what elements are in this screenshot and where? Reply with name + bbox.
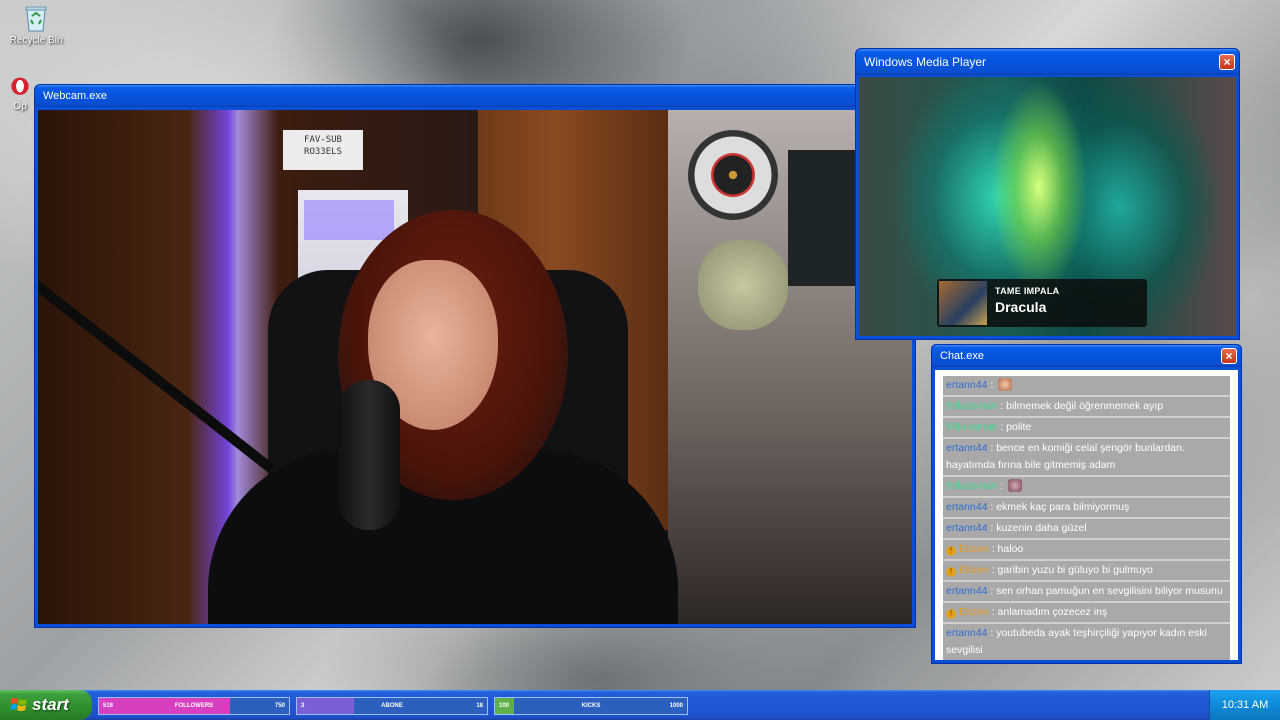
media-player-window[interactable]: Windows Media Player × TAME IMPALA Dracu… [855, 48, 1240, 340]
chat-message: 99luosman : bilmemek değil öğrenmemek ay… [943, 397, 1230, 418]
media-video: TAME IMPALA Dracula [859, 77, 1236, 336]
chat-separator: : [987, 442, 997, 454]
chat-message: ertann44 : youtubeda ayak teşhirçiliği y… [943, 624, 1230, 660]
chat-username[interactable]: ertann44 [946, 442, 987, 454]
chat-username[interactable]: ertann44 [946, 379, 987, 391]
chat-separator: : [997, 480, 1007, 492]
shelf-sign: FAV-SUB RO33ELS [283, 130, 363, 170]
chat-text: polite [1006, 421, 1032, 433]
chat-username[interactable]: Ebzen [959, 606, 989, 618]
chat-username[interactable]: 99luosman [946, 400, 997, 412]
desktop-icon-label: Recycle Bin [9, 35, 63, 46]
goal-label: ABONE [381, 703, 403, 709]
chat-username[interactable]: ertann44 [946, 501, 987, 513]
chat-text: haloo [997, 543, 1024, 555]
system-tray: 10:31 AM [1209, 690, 1280, 720]
media-player-titlebar[interactable]: Windows Media Player × [856, 49, 1239, 75]
window-title: Webcam.exe [43, 90, 107, 102]
cat-emote-icon [1008, 479, 1023, 492]
chat-text: kuzenin daha güzel [996, 522, 1087, 534]
album-art [939, 281, 987, 325]
subscriber-badge-icon: ! [946, 567, 956, 577]
chat-message: ! Ebzen : anlamadım çozecez inş [943, 603, 1230, 624]
webcam-window[interactable]: Webcam.exe FAV-SUB RO33ELS [34, 84, 916, 628]
goal-target: 18 [476, 703, 483, 709]
chat-message: ertann44 : ekmek kaç para bilmiyormuş [943, 498, 1230, 519]
chat-panel: ertann44 : 99luosman : bilmemek değil öğ… [935, 370, 1238, 660]
chat-username[interactable]: Ebzen [959, 543, 989, 555]
chat-separator: : [988, 564, 998, 576]
opera-icon [11, 77, 29, 95]
chat-window[interactable]: Chat.exe × ertann44 : 99luosman : bilmem… [931, 344, 1242, 664]
chat-text: bilmemek değil öğrenmemek ayıp [1006, 400, 1164, 412]
now-playing-artist: TAME IMPALA [995, 286, 1060, 296]
chat-message: 99luosman : polite [943, 418, 1230, 439]
windows-logo-icon [10, 698, 27, 711]
chat-text: anlamadım çozecez inş [997, 606, 1108, 618]
chat-separator: : [987, 585, 997, 597]
clock: 10:31 AM [1221, 699, 1269, 711]
now-playing-card: TAME IMPALA Dracula [937, 279, 1147, 327]
recycle-bin-icon [25, 6, 47, 32]
chat-message: ertann44 : sen orhan pamuğun en sevgilis… [943, 582, 1230, 603]
chat-message: ertann44 : [943, 376, 1230, 397]
chat-username[interactable]: ertann44 [946, 585, 987, 597]
chat-message-list: ertann44 : 99luosman : bilmemek değil öğ… [943, 376, 1230, 660]
chat-text: garibin yuzu bi güluyo bi gulmuyo [997, 564, 1153, 576]
window-title: Windows Media Player [864, 55, 987, 69]
close-button[interactable]: × [1221, 348, 1237, 364]
chat-username[interactable]: 99luosman [946, 421, 997, 433]
chat-username[interactable]: 99luosman [946, 480, 997, 492]
chat-username[interactable]: Ebzen [959, 564, 989, 576]
start-button[interactable]: start [0, 690, 92, 720]
chat-separator: : [997, 400, 1007, 412]
subscribers-goal-bar: 3 ABONE 18 [296, 697, 488, 715]
chat-text: sen orhan pamuğun en sevgilisini biliyor… [996, 585, 1223, 597]
webcam-window-titlebar[interactable]: Webcam.exe [35, 85, 915, 107]
chat-separator: : [987, 379, 997, 391]
now-playing-track: Dracula [995, 299, 1047, 315]
start-label: start [32, 695, 69, 714]
chat-message: ! Ebzen : haloo [943, 540, 1230, 561]
chat-separator: : [987, 522, 997, 534]
goal-target: 1000 [669, 703, 683, 709]
followers-goal-bar: 518 FOLLOWERS 750 [98, 697, 290, 715]
chat-separator: : [988, 543, 998, 555]
close-icon: × [1223, 55, 1231, 69]
chat-username[interactable]: ertann44 [946, 522, 987, 534]
goal-label: FOLLOWERS [174, 703, 214, 709]
wall-frame [788, 150, 864, 286]
chat-separator: : [997, 421, 1007, 433]
microphone [338, 380, 400, 530]
dartboard [688, 130, 778, 220]
chat-message: ertann44 : bence en komiği celal şengör … [943, 439, 1230, 477]
webcam-feed: FAV-SUB RO33ELS [38, 110, 912, 624]
chat-text: ekmek kaç para bilmiyormuş [996, 501, 1130, 513]
subscriber-badge-icon: ! [946, 609, 956, 619]
kicks-goal-bar: 100 KICKS 1000 [494, 697, 688, 715]
close-button[interactable]: × [1219, 54, 1235, 70]
close-icon: × [1225, 349, 1233, 363]
chat-message: 99luosman : [943, 477, 1230, 498]
chat-separator: : [987, 627, 997, 639]
window-title: Chat.exe [940, 350, 985, 362]
chat-window-titlebar[interactable]: Chat.exe × [932, 345, 1241, 367]
face-emote-icon [998, 378, 1013, 391]
subscriber-badge-icon: ! [946, 546, 956, 556]
goal-label: KICKS [581, 703, 601, 709]
chat-message: ! Ebzen : garibin yuzu bi güluyo bi gulmu… [943, 561, 1230, 582]
desktop-icon-label: Op [13, 101, 27, 112]
plush-toy [698, 240, 788, 330]
goal-target: 750 [274, 703, 285, 709]
chat-separator: : [987, 501, 997, 513]
desktop-icon-recycle-bin[interactable]: Recycle Bin [6, 4, 66, 46]
chat-separator: : [988, 606, 998, 618]
chat-username[interactable]: ertann44 [946, 627, 987, 639]
chat-message: ertann44 : kuzenin daha güzel [943, 519, 1230, 540]
